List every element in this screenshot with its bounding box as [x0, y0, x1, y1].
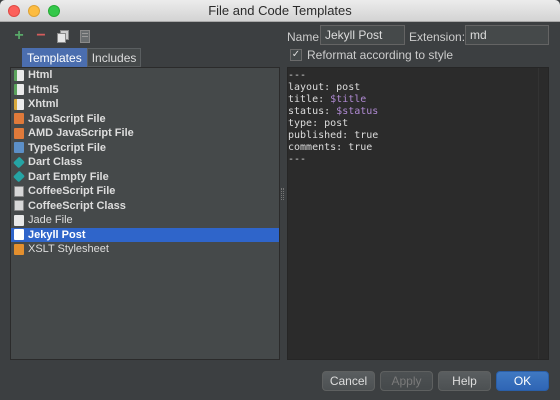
apply-button[interactable]: Apply [380, 371, 433, 391]
code-line: type: post [288, 118, 349, 129]
cancel-button[interactable]: Cancel [322, 371, 375, 391]
list-item-label: TypeScript File [28, 141, 107, 154]
list-item-label: Dart Class [28, 156, 83, 168]
coffeescript-file-icon [14, 185, 24, 197]
template-variable: $status [336, 106, 379, 117]
name-label: Name: [287, 30, 323, 44]
minimize-window-icon[interactable] [28, 5, 40, 17]
list-item-label: Html5 [28, 83, 59, 96]
extension-label: Extension: [409, 30, 466, 44]
template-tabs: Templates Includes [22, 48, 142, 67]
javascript-file-icon [14, 127, 24, 139]
copy-icon [57, 29, 69, 43]
code-line: comments: true [288, 142, 373, 153]
list-item-dart-empty-file[interactable]: Dart Empty File [11, 170, 279, 185]
maximize-window-icon[interactable] [48, 5, 60, 17]
tab-templates[interactable]: Templates [22, 48, 87, 67]
jekyll-file-icon [14, 229, 24, 241]
remove-template-button[interactable]: − [34, 28, 48, 44]
extension-field[interactable] [465, 25, 549, 45]
ok-button[interactable]: OK [496, 371, 549, 391]
name-field[interactable] [320, 25, 405, 45]
reset-template-button[interactable] [78, 29, 92, 43]
list-item-jekyll-post[interactable]: Jekyll Post [11, 227, 279, 242]
window-title: File and Code Templates [208, 3, 352, 18]
code-line: status: $status [288, 106, 379, 117]
list-item-coffeescript-class[interactable]: CoffeeScript Class [11, 199, 279, 214]
list-item-xslt-stylesheet[interactable]: XSLT Stylesheet [11, 242, 279, 257]
html-file-icon [14, 69, 24, 81]
list-item-label: CoffeeScript File [28, 185, 116, 197]
list-item-xhtml[interactable]: Xhtml [11, 97, 279, 112]
add-template-button[interactable]: + [12, 28, 26, 44]
list-item-html[interactable]: Html [11, 68, 279, 83]
title-bar: File and Code Templates [0, 0, 560, 22]
list-item-label: Dart Empty File [28, 170, 109, 183]
list-item-jade-file[interactable]: Jade File [11, 213, 279, 228]
copy-template-button[interactable] [56, 29, 70, 43]
close-window-icon[interactable] [8, 5, 20, 17]
list-item-javascript-file[interactable]: JavaScript File [11, 112, 279, 127]
code-line: --- [288, 154, 307, 165]
code-line: layout: post [288, 82, 361, 93]
list-item-amd-javascript-file[interactable]: AMD JavaScript File [11, 126, 279, 141]
coffeescript-file-icon [14, 200, 24, 212]
template-list[interactable]: Html Html5 Xhtml JavaScript File AMD Jav… [10, 67, 280, 360]
list-item-label: Jade File [28, 214, 73, 226]
list-item-label: Xhtml [28, 98, 59, 110]
list-item-label: AMD JavaScript File [28, 127, 134, 139]
xhtml-file-icon [14, 98, 24, 110]
jade-file-icon [14, 214, 24, 226]
reformat-checkbox[interactable]: ✓ [290, 49, 302, 61]
help-button[interactable]: Help [438, 371, 491, 391]
list-item-html5[interactable]: Html5 [11, 83, 279, 98]
template-code-editor[interactable]: --- layout: post title: $title status: $… [287, 67, 549, 360]
code-line: --- [288, 70, 307, 81]
splitter-handle[interactable] [281, 188, 284, 200]
reformat-option[interactable]: ✓ Reformat according to style [290, 48, 453, 62]
list-item-label: Html [28, 69, 53, 81]
xslt-file-icon [14, 243, 24, 255]
editor-scrollbar[interactable] [538, 68, 548, 359]
list-item-coffeescript-file[interactable]: CoffeeScript File [11, 184, 279, 199]
list-item-label: Jekyll Post [28, 228, 86, 241]
list-item-label: CoffeeScript Class [28, 199, 126, 212]
html-file-icon [14, 84, 24, 96]
reset-icon [80, 29, 90, 43]
list-item-label: XSLT Stylesheet [28, 243, 109, 255]
list-item-dart-class[interactable]: Dart Class [11, 155, 279, 170]
list-item-label: JavaScript File [28, 112, 106, 125]
reformat-label: Reformat according to style [307, 48, 454, 62]
list-item-typescript-file[interactable]: TypeScript File [11, 141, 279, 156]
file-and-code-templates-dialog: File and Code Templates + − Templates In… [0, 0, 560, 400]
tab-includes[interactable]: Includes [86, 48, 142, 67]
templates-toolbar: + − [12, 27, 92, 45]
template-variable: $title [330, 94, 367, 105]
code-line: title: $title [288, 94, 367, 105]
code-line: published: true [288, 130, 379, 141]
dart-icon [13, 156, 25, 169]
typescript-file-icon [14, 142, 24, 154]
javascript-file-icon [14, 113, 24, 125]
dart-icon [13, 170, 25, 183]
